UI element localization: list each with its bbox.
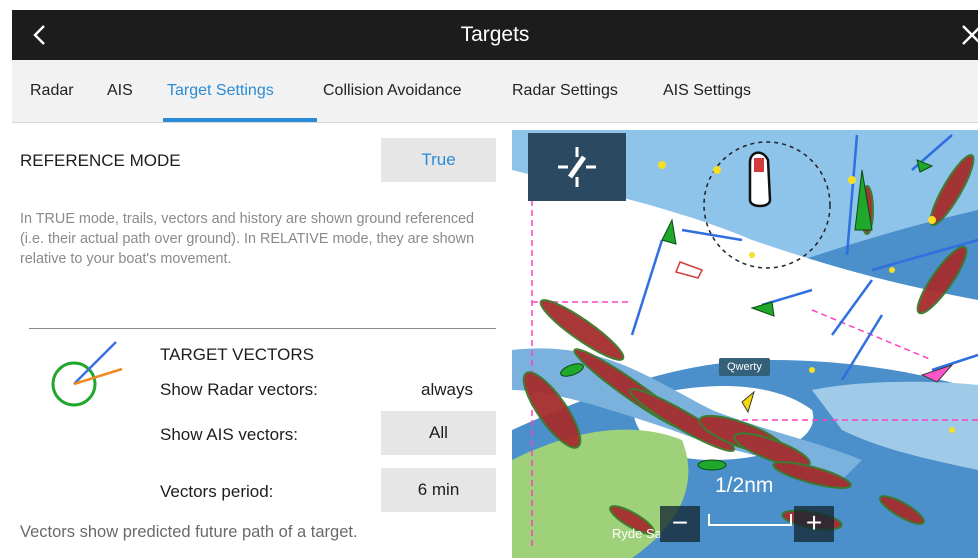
target-vectors-heading: TARGET VECTORS	[160, 345, 314, 364]
settings-panel: REFERENCE MODE True In TRUE mode, trails…	[12, 123, 508, 558]
position-center-button[interactable]	[528, 133, 626, 201]
chart-map[interactable]: Qwerty Ryde Sa 1/2nm − +	[512, 130, 978, 558]
close-icon[interactable]	[960, 23, 978, 47]
tab-radar-settings[interactable]: Radar Settings	[512, 60, 618, 122]
ais-vectors-button[interactable]: All	[381, 411, 496, 455]
ais-target-label[interactable]: Qwerty	[719, 358, 770, 376]
position-center-icon	[558, 147, 596, 187]
active-tab-indicator	[163, 118, 317, 122]
zoom-out-button[interactable]: −	[660, 506, 700, 542]
vectors-period-button[interactable]: 6 min	[381, 468, 496, 512]
tab-bar: Radar AIS Target Settings Collision Avoi…	[12, 60, 978, 123]
radar-vectors-value[interactable]: always	[421, 380, 473, 400]
place-label: Ryde Sa	[612, 526, 662, 541]
page-title: Targets	[460, 23, 530, 46]
tab-radar[interactable]: Radar	[30, 60, 74, 122]
zoom-controls: 1/2nm − +	[660, 474, 834, 542]
reference-mode-button[interactable]: True	[381, 138, 496, 182]
radar-vectors-label: Show Radar vectors:	[160, 380, 318, 399]
vectors-footer-text: Vectors show predicted future path of a …	[20, 523, 358, 541]
target-vectors-icon	[51, 341, 123, 407]
tab-collision-avoidance[interactable]: Collision Avoidance	[323, 60, 461, 122]
scale-bar	[708, 514, 792, 526]
tab-ais-settings[interactable]: AIS Settings	[663, 60, 751, 122]
title-bar: Targets	[12, 10, 978, 60]
reference-mode-label: REFERENCE MODE	[20, 151, 181, 170]
zoom-in-button[interactable]: +	[794, 506, 834, 542]
vectors-period-label: Vectors period:	[160, 482, 274, 501]
reference-mode-description: In TRUE mode, trails, vectors and histor…	[20, 211, 475, 267]
tab-target-settings[interactable]: Target Settings	[167, 60, 274, 122]
section-divider	[29, 328, 496, 329]
scale-label: 1/2nm	[715, 474, 774, 497]
ais-vectors-label: Show AIS vectors:	[160, 425, 298, 444]
tab-ais[interactable]: AIS	[107, 60, 133, 122]
